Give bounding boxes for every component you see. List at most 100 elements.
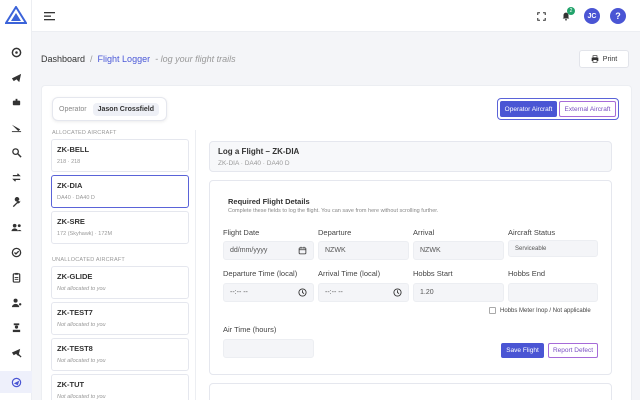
aircraft-registration: ZK-DIA: [57, 181, 83, 190]
dashboard-icon: [11, 47, 21, 57]
page-subtitle: - log your flight trails: [155, 54, 236, 64]
departure-time-input[interactable]: --:-- --: [223, 283, 314, 302]
aircraft-registration: ZK-TEST8: [57, 344, 93, 353]
sidebar-item-dashboard[interactable]: [8, 44, 24, 60]
panel-divider: [195, 130, 196, 400]
log-flight-header: Log a Flight – ZK-DIA ZK-DIA · DA40 · DA…: [209, 141, 612, 172]
breadcrumb-home-link[interactable]: Dashboard: [41, 54, 85, 64]
sidebar: [0, 0, 32, 400]
help-icon: ?: [610, 8, 626, 24]
external-aircraft-tab[interactable]: External Aircraft: [559, 101, 616, 117]
log-flight-subtitle: ZK-DIA · DA40 · DA40 D: [218, 160, 290, 167]
plane-tools-icon: [11, 348, 22, 358]
aircraft-registration: ZK-SRE: [57, 217, 85, 226]
flight-log-icon: [11, 377, 21, 387]
sidebar-item-user-settings[interactable]: [8, 294, 24, 310]
app-logo[interactable]: [4, 5, 28, 24]
sidebar-item-aircraft[interactable]: [8, 69, 24, 85]
clock-icon[interactable]: [298, 288, 307, 297]
sidebar-item-flight-logger[interactable]: [0, 371, 32, 393]
aircraft-description: 218 · 218: [57, 159, 81, 165]
notifications-button[interactable]: 2: [560, 7, 575, 22]
aircraft-card-zk-test8[interactable]: ZK-TEST8 Not allocated to you: [51, 338, 189, 371]
sidebar-item-maintenance[interactable]: [8, 194, 24, 210]
print-button[interactable]: Print: [579, 50, 629, 68]
operator-selector[interactable]: Operator Jason Crossfield: [52, 97, 167, 121]
arrival-value: NZWK: [420, 247, 441, 254]
log-flight-title: Log a Flight – ZK-DIA: [218, 147, 300, 156]
calendar-icon[interactable]: [298, 246, 307, 255]
unallocated-aircraft-heading: Unallocated Aircraft: [52, 257, 125, 263]
printer-icon: [591, 55, 599, 63]
sidebar-item-pilots[interactable]: [8, 319, 24, 335]
wrench-icon: [12, 196, 20, 207]
sidebar-item-landing[interactable]: [8, 119, 24, 135]
additional-details-card: [209, 383, 612, 400]
help-button[interactable]: ?: [610, 8, 626, 24]
aircraft-card-zk-dia[interactable]: ZK-DIA DA40 · DA40 D: [51, 175, 189, 208]
operator-aircraft-tab[interactable]: Operator Aircraft: [500, 101, 557, 117]
sidebar-item-tracker[interactable]: [8, 94, 24, 110]
departure-input[interactable]: NZWK: [318, 241, 409, 260]
flight-date-input[interactable]: dd/mm/yyyy: [223, 241, 314, 260]
hobbs-end-input[interactable]: [508, 283, 598, 302]
aircraft-description: Not allocated to you: [57, 394, 106, 400]
repeat-icon: [11, 172, 21, 182]
air-time-input[interactable]: [223, 339, 314, 358]
notification-count-badge: 2: [567, 7, 575, 15]
topbar: 2 JC ?: [32, 0, 640, 32]
search-plane-icon: [11, 147, 22, 158]
arrival-time-value: --:-- --: [325, 289, 343, 296]
hobbs-inop-label: Hobbs Meter Inop / Not applicable: [500, 307, 591, 314]
departure-value: NZWK: [325, 247, 346, 254]
aircraft-card-zk-tut[interactable]: ZK-TUT Not allocated to you: [51, 374, 189, 400]
tracker-icon: [12, 98, 20, 105]
sidebar-item-users[interactable]: [8, 219, 24, 235]
print-label: Print: [602, 55, 618, 63]
fullscreen-icon: [536, 11, 546, 21]
allocated-aircraft-heading: Allocated Aircraft: [52, 130, 117, 136]
aircraft-registration: ZK-TUT: [57, 380, 85, 389]
fullscreen-button[interactable]: [535, 10, 547, 22]
hobbs-start-label: Hobbs Start: [413, 269, 453, 278]
pilot-icon: [12, 322, 20, 332]
aircraft-description: DA40 · DA40 D: [57, 195, 95, 201]
sidebar-item-aircraft-tools[interactable]: [8, 344, 24, 360]
hamburger-icon: [44, 12, 55, 21]
sidebar-item-transfers[interactable]: [8, 169, 24, 185]
user-menu-button[interactable]: JC: [584, 8, 600, 24]
arrival-label: Arrival: [413, 228, 435, 237]
departure-time-label: Departure Time (local): [223, 269, 298, 278]
menu-toggle-button[interactable]: [44, 10, 56, 22]
hobbs-start-input[interactable]: 1.20: [413, 283, 504, 302]
hobbs-inop-checkbox[interactable]: Hobbs Meter Inop / Not applicable: [489, 307, 591, 314]
check-circle-icon: [11, 247, 21, 257]
aircraft-card-zk-test7[interactable]: ZK-TEST7 Not allocated to you: [51, 302, 189, 335]
aircraft-status-text: Serviceable: [515, 245, 547, 252]
aircraft-description: Not allocated to you: [57, 358, 106, 364]
aircraft-description: Not allocated to you: [57, 322, 106, 328]
aircraft-registration: ZK-TEST7: [57, 308, 93, 317]
sidebar-item-search[interactable]: [8, 144, 24, 160]
arrival-time-label: Arrival Time (local): [318, 269, 381, 278]
operator-name: Jason Crossfield: [92, 102, 160, 116]
flight-date-label: Flight Date: [223, 228, 260, 237]
breadcrumb-current: Flight Logger: [97, 54, 151, 64]
users-icon: [10, 223, 22, 231]
clock-icon[interactable]: [393, 288, 402, 297]
aircraft-description: 172 (Skyhawk) · 172M: [57, 231, 113, 237]
aircraft-card-zk-glide[interactable]: ZK-GLIDE Not allocated to you: [51, 266, 189, 299]
sidebar-item-reports[interactable]: [8, 269, 24, 285]
aircraft-card-zk-bell[interactable]: ZK-BELL 218 · 218: [51, 139, 189, 172]
checkbox-box[interactable]: [489, 307, 496, 314]
report-defect-button[interactable]: Report Defect: [548, 343, 598, 358]
arrival-input[interactable]: NZWK: [413, 241, 504, 260]
sidebar-item-approvals[interactable]: [8, 244, 24, 260]
aircraft-card-zk-sre[interactable]: ZK-SRE 172 (Skyhawk) · 172M: [51, 211, 189, 244]
plane-icon: [11, 73, 21, 82]
departure-time-value: --:-- --: [230, 289, 248, 296]
aircraft-registration: ZK-GLIDE: [57, 272, 93, 281]
aircraft-registration: ZK-BELL: [57, 145, 90, 154]
arrival-time-input[interactable]: --:-- --: [318, 283, 409, 302]
save-flight-button[interactable]: Save Flight: [501, 343, 544, 358]
